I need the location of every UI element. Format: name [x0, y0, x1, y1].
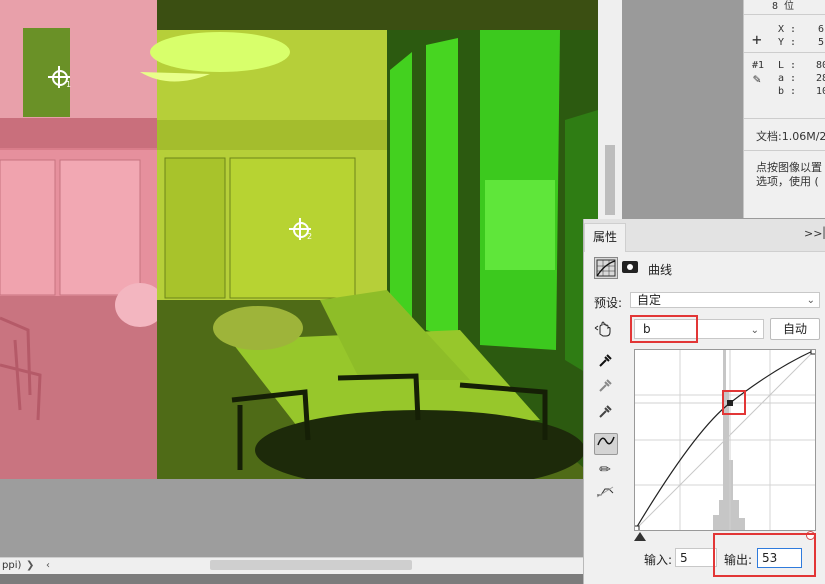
curves-graph[interactable]	[633, 348, 817, 532]
bit-depth: 8 位	[772, 1, 795, 12]
panel-title: 曲线	[648, 263, 673, 277]
layer-mask-icon[interactable]	[622, 261, 638, 273]
horizontal-scroll-thumb[interactable]	[210, 560, 412, 570]
channel-highlight-box	[630, 315, 698, 343]
chevron-down-icon: ⌄	[806, 295, 815, 306]
preset-label: 预设:	[594, 296, 623, 310]
white-point-eyedropper-icon[interactable]	[594, 404, 616, 424]
chevron-down-icon: ⌄	[750, 325, 759, 336]
b-value: 10	[816, 86, 825, 97]
eyedropper-icon: ✎	[753, 72, 761, 87]
scroll-left-arrow-icon[interactable]: ‹	[46, 558, 50, 573]
properties-panel: 属性 >> | 曲线 预设: 自定 ⌄ b ⌄ 自动 ✏ 输入: 5 输出: 5…	[583, 219, 825, 584]
auto-button[interactable]: 自动	[770, 318, 820, 340]
on-image-adjust-hand-icon[interactable]	[594, 319, 616, 339]
edit-points-curve-icon[interactable]	[594, 433, 618, 455]
sampler-2-number: 2	[307, 232, 313, 241]
x-value: 6	[818, 24, 825, 35]
sampler-label: #1	[752, 60, 765, 71]
a-label: a :	[778, 73, 797, 84]
a-value: 28	[816, 73, 825, 84]
control-point-highlight-box	[722, 390, 746, 415]
canvas-area[interactable]: 1 2	[0, 0, 598, 558]
info-panel: 8 位 + X : 6 Y : 5 #1 ✎ L : 80 a : 28 b :…	[743, 0, 825, 218]
crosshair-icon: +	[752, 30, 762, 49]
sampler-1-number: 1	[66, 80, 72, 89]
panel-menu-button[interactable]: >>	[804, 227, 822, 240]
l-label: L :	[778, 60, 797, 71]
status-menu-arrow-icon[interactable]: ❯	[26, 558, 34, 573]
color-sampler-2-icon[interactable]: 2	[289, 218, 313, 241]
curves-adjustment-icon[interactable]	[594, 257, 618, 279]
black-point-eyedropper-icon[interactable]	[594, 353, 616, 373]
smooth-curve-icon[interactable]	[594, 485, 616, 505]
tab-properties[interactable]: 属性	[584, 223, 626, 252]
l-value: 80	[816, 60, 825, 71]
y-label: Y :	[778, 37, 797, 48]
color-sampler-1-icon[interactable]: 1	[48, 66, 72, 89]
workspace-background	[622, 0, 743, 220]
vertical-scroll-thumb[interactable]	[605, 145, 615, 215]
gray-point-eyedropper-icon[interactable]	[594, 378, 616, 398]
zoom-status[interactable]: ppi)	[2, 558, 21, 573]
hint-text-line-2: 选项，使用 (	[756, 175, 819, 188]
y-value: 5	[818, 37, 825, 48]
draw-pencil-icon[interactable]: ✏	[594, 460, 616, 480]
document-size: 文档:1.06M/2	[756, 130, 825, 143]
input-label: 输入:	[644, 553, 673, 567]
preset-value: 自定	[637, 293, 662, 307]
preset-dropdown[interactable]: 自定 ⌄	[630, 292, 820, 308]
properties-tab-bar: 属性 >> |	[584, 219, 825, 252]
output-highlight-box	[713, 533, 816, 577]
b-label: b :	[778, 86, 797, 97]
x-label: X :	[778, 24, 797, 35]
input-field[interactable]: 5	[675, 548, 717, 567]
black-point-slider-icon[interactable]	[634, 532, 646, 541]
